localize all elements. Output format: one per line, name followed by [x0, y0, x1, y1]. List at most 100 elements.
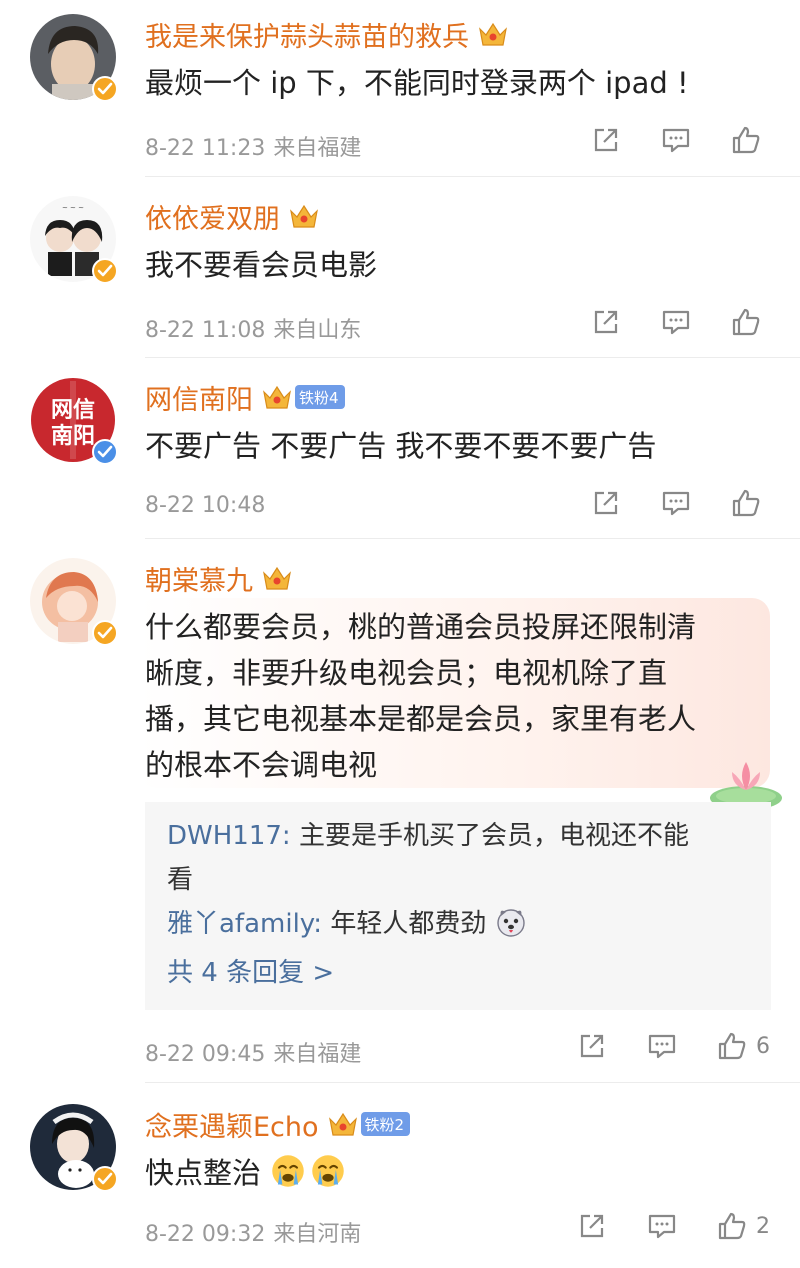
- like-icon: [732, 308, 760, 336]
- crown-icon: [290, 204, 318, 228]
- reply-author[interactable]: DWH117: [167, 821, 282, 851]
- comment-time: 8-22 11:23: [145, 136, 266, 161]
- username[interactable]: 网信南阳: [145, 378, 253, 417]
- comment-actions: [552, 487, 770, 519]
- comment-meta: 8-22 10:48: [145, 493, 265, 518]
- reply-item: 雅丫afamily: 年轻人都费劲: [167, 902, 751, 946]
- crown-icon: [263, 566, 291, 590]
- name-row: 朝棠慕九: [145, 558, 293, 598]
- crying-face-emoji: [272, 1155, 304, 1187]
- name-row: 依依爱双朋: [145, 196, 320, 236]
- divider: [145, 357, 800, 358]
- svg-text:~ ~ ~: ~ ~ ~: [62, 204, 84, 212]
- comment-text-line: 晰度，非要升级电视会员；电视机除了直: [145, 656, 668, 690]
- comment-text-line: 的根本不会调电视: [145, 748, 378, 782]
- like-button[interactable]: 2: [716, 1210, 770, 1242]
- name-row: 念栗遇颖Echo 铁粉2: [145, 1104, 411, 1144]
- comment-actions: 2: [538, 1210, 770, 1242]
- comment-text: 最烦一个 ip 下，不能同时登录两个 ipad !: [145, 66, 689, 100]
- like-icon: [732, 126, 760, 154]
- comment-text-content: 快点整治: [145, 1156, 262, 1190]
- comment-button[interactable]: [660, 124, 692, 156]
- comment-feed: 我是来保护蒜头蒜苗的救兵 最烦一个 ip 下，不能同时登录两个 ipad ! 8…: [0, 0, 800, 1268]
- comment-icon: [662, 128, 690, 153]
- divider: [145, 538, 800, 539]
- comment-text: 我不要看会员电影: [145, 248, 378, 282]
- share-button[interactable]: [590, 487, 622, 519]
- name-row: 我是来保护蒜头蒜苗的救兵: [145, 14, 509, 54]
- crown-icon: [328, 1112, 357, 1136]
- fan-badge: 铁粉2: [360, 1112, 411, 1136]
- avatar[interactable]: 网信 南阳: [30, 377, 118, 465]
- comment-time: 8-22 09:45: [145, 1042, 266, 1067]
- like-button[interactable]: [730, 487, 770, 519]
- avatar[interactable]: [30, 1104, 118, 1192]
- reply-author[interactable]: 雅丫afamily: [167, 909, 313, 939]
- comment-text: 不要广告 不要广告 我不要不要不要广告: [145, 429, 657, 463]
- share-button[interactable]: [590, 306, 622, 338]
- comment-icon: [662, 310, 690, 335]
- reply-item: DWH117: 主要是手机买了会员，电视还不能 看: [167, 814, 751, 902]
- comment-button[interactable]: [646, 1210, 678, 1242]
- avatar[interactable]: ~ ~ ~: [30, 196, 118, 284]
- verified-badge-icon: [92, 258, 118, 284]
- comment-actions: 6: [538, 1030, 770, 1062]
- like-count: 6: [756, 1033, 770, 1059]
- comment-text-line: 什么都要会员，桃的普通会员投屏还限制清: [145, 610, 697, 644]
- comment-icon: [648, 1034, 676, 1059]
- share-button[interactable]: [576, 1210, 608, 1242]
- view-more-replies-link[interactable]: 共 4 条回复 >: [167, 950, 751, 996]
- share-button[interactable]: [590, 124, 622, 156]
- avatar[interactable]: [30, 14, 118, 102]
- share-icon: [594, 128, 618, 152]
- comment-text: 什么都要会员，桃的普通会员投屏还限制清 晰度，非要升级电视会员；电视机除了直 播…: [145, 604, 755, 788]
- comment-meta: 8-22 11:08 来自山东: [145, 312, 361, 344]
- comment-meta: 8-22 11:23 来自福建: [145, 130, 361, 162]
- comment-time: 8-22 10:48: [145, 493, 266, 518]
- comment-text-line: 播，其它电视基本是都是会员，家里有老人: [145, 702, 697, 736]
- share-icon: [594, 491, 618, 515]
- crying-face-emoji: [312, 1155, 344, 1187]
- comment-location: 来自河南: [273, 1222, 362, 1247]
- comment-text: 快点整治: [145, 1150, 346, 1196]
- reply-text-line: 主要是手机买了会员，电视还不能: [298, 821, 689, 851]
- like-count: 2: [756, 1213, 770, 1239]
- comment-location: 来自山东: [273, 318, 362, 343]
- comment-button[interactable]: [660, 487, 692, 519]
- username[interactable]: 依依爱双朋: [145, 197, 280, 236]
- comment-time: 8-22 09:32: [145, 1222, 266, 1247]
- share-button[interactable]: [576, 1030, 608, 1062]
- comment-actions: [552, 124, 770, 156]
- divider: [145, 176, 800, 177]
- verified-badge-icon: [92, 1166, 118, 1192]
- like-button[interactable]: [730, 124, 770, 156]
- comment-icon: [662, 491, 690, 516]
- username[interactable]: 朝棠慕九: [145, 559, 253, 598]
- comment-icon: [648, 1214, 676, 1239]
- like-icon: [718, 1212, 746, 1240]
- like-button[interactable]: [730, 306, 770, 338]
- crown-icon: [479, 22, 507, 46]
- comment-actions: [552, 306, 770, 338]
- username[interactable]: 念栗遇颖Echo: [145, 1105, 319, 1144]
- reply-preview-box[interactable]: DWH117: 主要是手机买了会员，电视还不能 看 雅丫afamily: 年轻人…: [145, 802, 771, 1010]
- avatar-logo-text: 网信: [51, 397, 95, 423]
- reply-separator: :: [313, 909, 331, 939]
- comment-meta: 8-22 09:32 来自河南: [145, 1216, 361, 1248]
- comment-time: 8-22 11:08: [145, 318, 266, 343]
- comment-button[interactable]: [646, 1030, 678, 1062]
- avatar[interactable]: [30, 558, 118, 646]
- like-button[interactable]: 6: [716, 1030, 770, 1062]
- verified-badge-icon: [92, 620, 118, 646]
- divider: [145, 1082, 800, 1083]
- like-icon: [718, 1032, 746, 1060]
- fan-badge: 铁粉4: [295, 385, 345, 409]
- like-icon: [732, 489, 760, 517]
- username[interactable]: 我是来保护蒜头蒜苗的救兵: [145, 15, 469, 54]
- comment-location: 来自福建: [273, 136, 362, 161]
- share-icon: [580, 1214, 604, 1238]
- reply-separator: :: [281, 821, 299, 851]
- verified-badge-icon: [92, 439, 118, 465]
- comment-button[interactable]: [660, 306, 692, 338]
- share-icon: [594, 310, 618, 334]
